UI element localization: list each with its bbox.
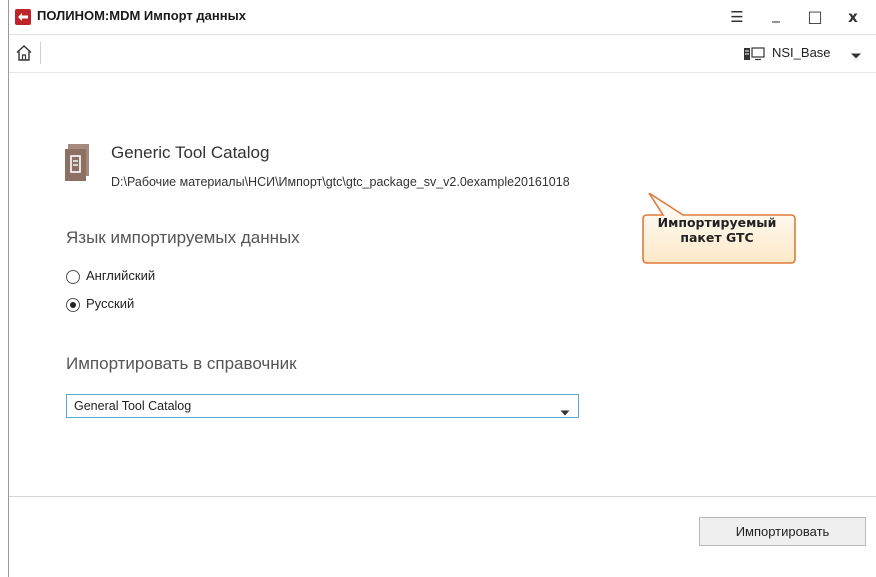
app-logo-icon	[15, 9, 31, 25]
import-button[interactable]: Импортировать	[699, 517, 866, 546]
minimize-button[interactable]: _	[765, 3, 787, 25]
callout-line-2: пакет GTC	[680, 230, 754, 245]
callout-annotation: Импортируемый пакет GTC	[633, 193, 801, 268]
radio-label: Английский	[86, 268, 156, 283]
toolbar: NSI_Base	[9, 34, 876, 73]
database-name[interactable]: NSI_Base	[772, 45, 831, 60]
toolbar-divider	[40, 42, 41, 64]
radio-button[interactable]	[66, 298, 80, 312]
select-value: General Tool Catalog	[74, 399, 192, 413]
target-heading: Импортировать в справочник	[66, 354, 297, 373]
import-window: ПОЛИНОМ:MDM Импорт данных ☰ _ □ x NSI_Ba…	[8, 0, 876, 577]
language-heading: Язык импортируемых данных	[66, 228, 300, 247]
chevron-down-icon[interactable]	[850, 47, 862, 59]
target-catalog-select[interactable]: General Tool Catalog	[66, 394, 579, 418]
window-title: ПОЛИНОМ:MDM Импорт данных	[37, 8, 246, 23]
footer-divider	[9, 496, 876, 497]
close-button[interactable]: x	[842, 6, 864, 28]
radio-selected-dot	[70, 302, 76, 308]
maximize-button[interactable]: □	[804, 6, 826, 28]
catalog-book-icon	[65, 144, 89, 186]
catalog-name: Generic Tool Catalog	[111, 143, 270, 162]
callout-text: Импортируемый пакет GTC	[633, 215, 801, 245]
menu-icon[interactable]: ☰	[726, 6, 748, 28]
callout-line-1: Импортируемый	[657, 215, 777, 230]
catalog-path: D:\Рабочие материалы\НСИ\Импорт\gtc\gtc_…	[111, 175, 570, 189]
radio-button[interactable]	[66, 270, 80, 284]
radio-label: Русский	[86, 296, 135, 311]
home-icon[interactable]	[14, 43, 34, 63]
chevron-down-icon[interactable]	[560, 402, 570, 421]
title-bar: ПОЛИНОМ:MDM Импорт данных ☰ _ □ x	[9, 0, 876, 35]
database-icon	[743, 46, 765, 61]
